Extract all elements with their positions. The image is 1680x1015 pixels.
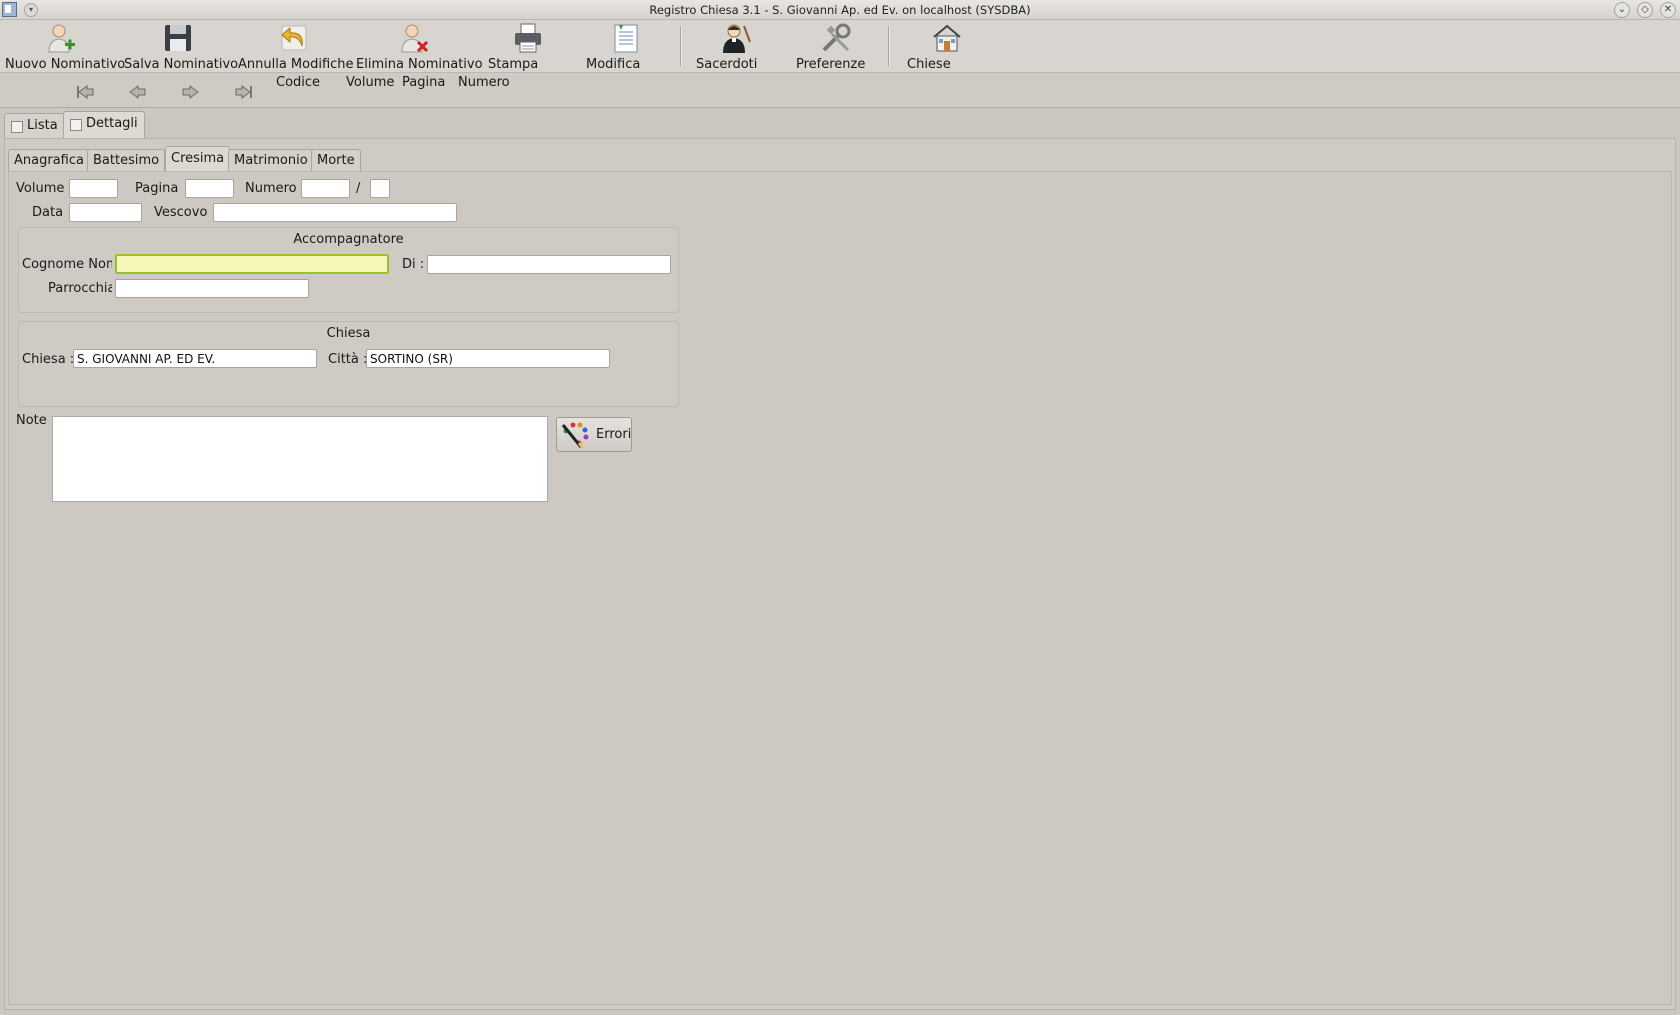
main-toolbar: Nuovo Nominativo Salva Nominativo Annull… — [0, 20, 1680, 72]
chiese-label: Chiese — [907, 57, 951, 72]
first-record-icon[interactable] — [75, 84, 95, 100]
citta-field[interactable] — [366, 349, 610, 368]
delete-person-icon — [398, 22, 430, 54]
numero-label: Numero — [245, 181, 297, 196]
tab-matrimonio[interactable]: Matrimonio — [228, 149, 314, 171]
toolbar-separator — [888, 26, 890, 66]
salva-nominativo-button[interactable]: Salva Nominativo — [124, 22, 238, 72]
details-icon — [70, 119, 82, 131]
chiesa-label: Chiesa : — [22, 352, 75, 367]
add-person-icon — [45, 22, 77, 54]
last-record-icon[interactable] — [234, 84, 254, 100]
elimina-nominativo-button[interactable]: Elimina Nominativo — [356, 22, 483, 72]
note-label: Note : — [16, 413, 56, 428]
record-navigation-bar: Codice Volume Pagina Numero — [0, 72, 1680, 108]
window-titlebar: ▾ Registro Chiesa 3.1 - S. Giovanni Ap. … — [0, 0, 1680, 20]
note-textarea[interactable] — [52, 416, 548, 502]
modifica-button[interactable]: Modifica — [586, 22, 666, 72]
parrocchia-label: Parrocchia — [48, 281, 112, 296]
salva-nominativo-label: Salva Nominativo — [124, 57, 239, 72]
data-label: Data — [32, 205, 64, 220]
volume-nav-label: Volume — [346, 75, 395, 90]
parrocchia-field[interactable] — [115, 279, 309, 298]
close-icon[interactable]: ✕ — [1660, 2, 1676, 18]
codice-label: Codice — [276, 75, 321, 90]
stampa-button[interactable]: Stampa — [488, 22, 568, 72]
numero-nav-label: Numero — [458, 75, 510, 90]
vescovo-field[interactable] — [213, 203, 457, 222]
tab-battesimo[interactable]: Battesimo — [87, 149, 166, 171]
previous-record-icon[interactable] — [128, 84, 148, 100]
pagina-nav-label: Pagina — [402, 75, 446, 90]
elimina-nominativo-label: Elimina Nominativo — [356, 57, 483, 72]
nuovo-nominativo-label: Nuovo Nominativo — [5, 57, 126, 72]
numero-suffix-field[interactable] — [370, 179, 390, 198]
di-field[interactable] — [427, 255, 671, 274]
data-field[interactable] — [69, 203, 142, 222]
pagina-field[interactable] — [185, 179, 234, 198]
minimize-icon[interactable]: ⌄ — [1614, 2, 1630, 18]
tab-morte[interactable]: Morte — [311, 149, 361, 171]
accompagnatore-title: Accompagnatore — [293, 232, 404, 247]
maximize-icon[interactable]: ◇ — [1637, 2, 1653, 18]
undo-icon — [278, 22, 310, 54]
nuovo-nominativo-button[interactable]: Nuovo Nominativo — [5, 22, 125, 72]
volume-field[interactable] — [69, 179, 118, 198]
sacerdoti-label: Sacerdoti — [696, 57, 758, 72]
priest-icon — [720, 22, 752, 54]
vescovo-label: Vescovo — [154, 205, 208, 220]
tab-anagrafica[interactable]: Anagrafica — [8, 149, 90, 171]
sacerdoti-button[interactable]: Sacerdoti — [696, 22, 776, 72]
tab-lista-label: Lista — [27, 118, 58, 133]
palette-brush-icon — [561, 421, 593, 449]
numero-separator: / — [356, 181, 361, 196]
errori-label: Errori — [596, 427, 632, 442]
tab-cresima[interactable]: Cresima — [165, 146, 231, 172]
chiese-button[interactable]: Chiese — [907, 22, 987, 72]
errori-button[interactable]: Errori — [556, 417, 632, 452]
di-label: Di : — [402, 257, 425, 272]
window-title: Registro Chiesa 3.1 - S. Giovanni Ap. ed… — [649, 3, 1031, 17]
church-icon — [931, 22, 963, 54]
preferenze-label: Preferenze — [796, 57, 866, 72]
cognome-nome-label: Cognome Nom — [22, 257, 112, 272]
tab-lista[interactable]: Lista — [4, 113, 65, 138]
annulla-modifiche-label: Annulla Modifiche — [238, 57, 354, 72]
citta-label: Città : — [328, 352, 368, 367]
tools-icon — [820, 22, 852, 54]
numero-field[interactable] — [301, 179, 350, 198]
edit-document-icon — [610, 22, 642, 54]
pagina-label: Pagina — [135, 181, 179, 196]
list-icon — [11, 121, 23, 133]
toolbar-separator — [680, 26, 682, 66]
volume-label: Volume — [16, 181, 65, 196]
cognome-nome-field[interactable] — [115, 254, 389, 274]
tab-dettagli-label: Dettagli — [86, 116, 138, 131]
modifica-label: Modifica — [586, 57, 641, 72]
next-record-icon[interactable] — [180, 84, 200, 100]
preferenze-button[interactable]: Preferenze — [796, 22, 876, 72]
tab-dettagli[interactable]: Dettagli — [63, 111, 145, 139]
printer-icon — [512, 22, 544, 54]
floppy-disk-icon — [162, 22, 194, 54]
annulla-modifiche-button[interactable]: Annulla Modifiche — [238, 22, 354, 72]
chiesa-title: Chiesa — [326, 326, 371, 341]
stampa-label: Stampa — [488, 57, 539, 72]
chiesa-field[interactable] — [73, 349, 317, 368]
